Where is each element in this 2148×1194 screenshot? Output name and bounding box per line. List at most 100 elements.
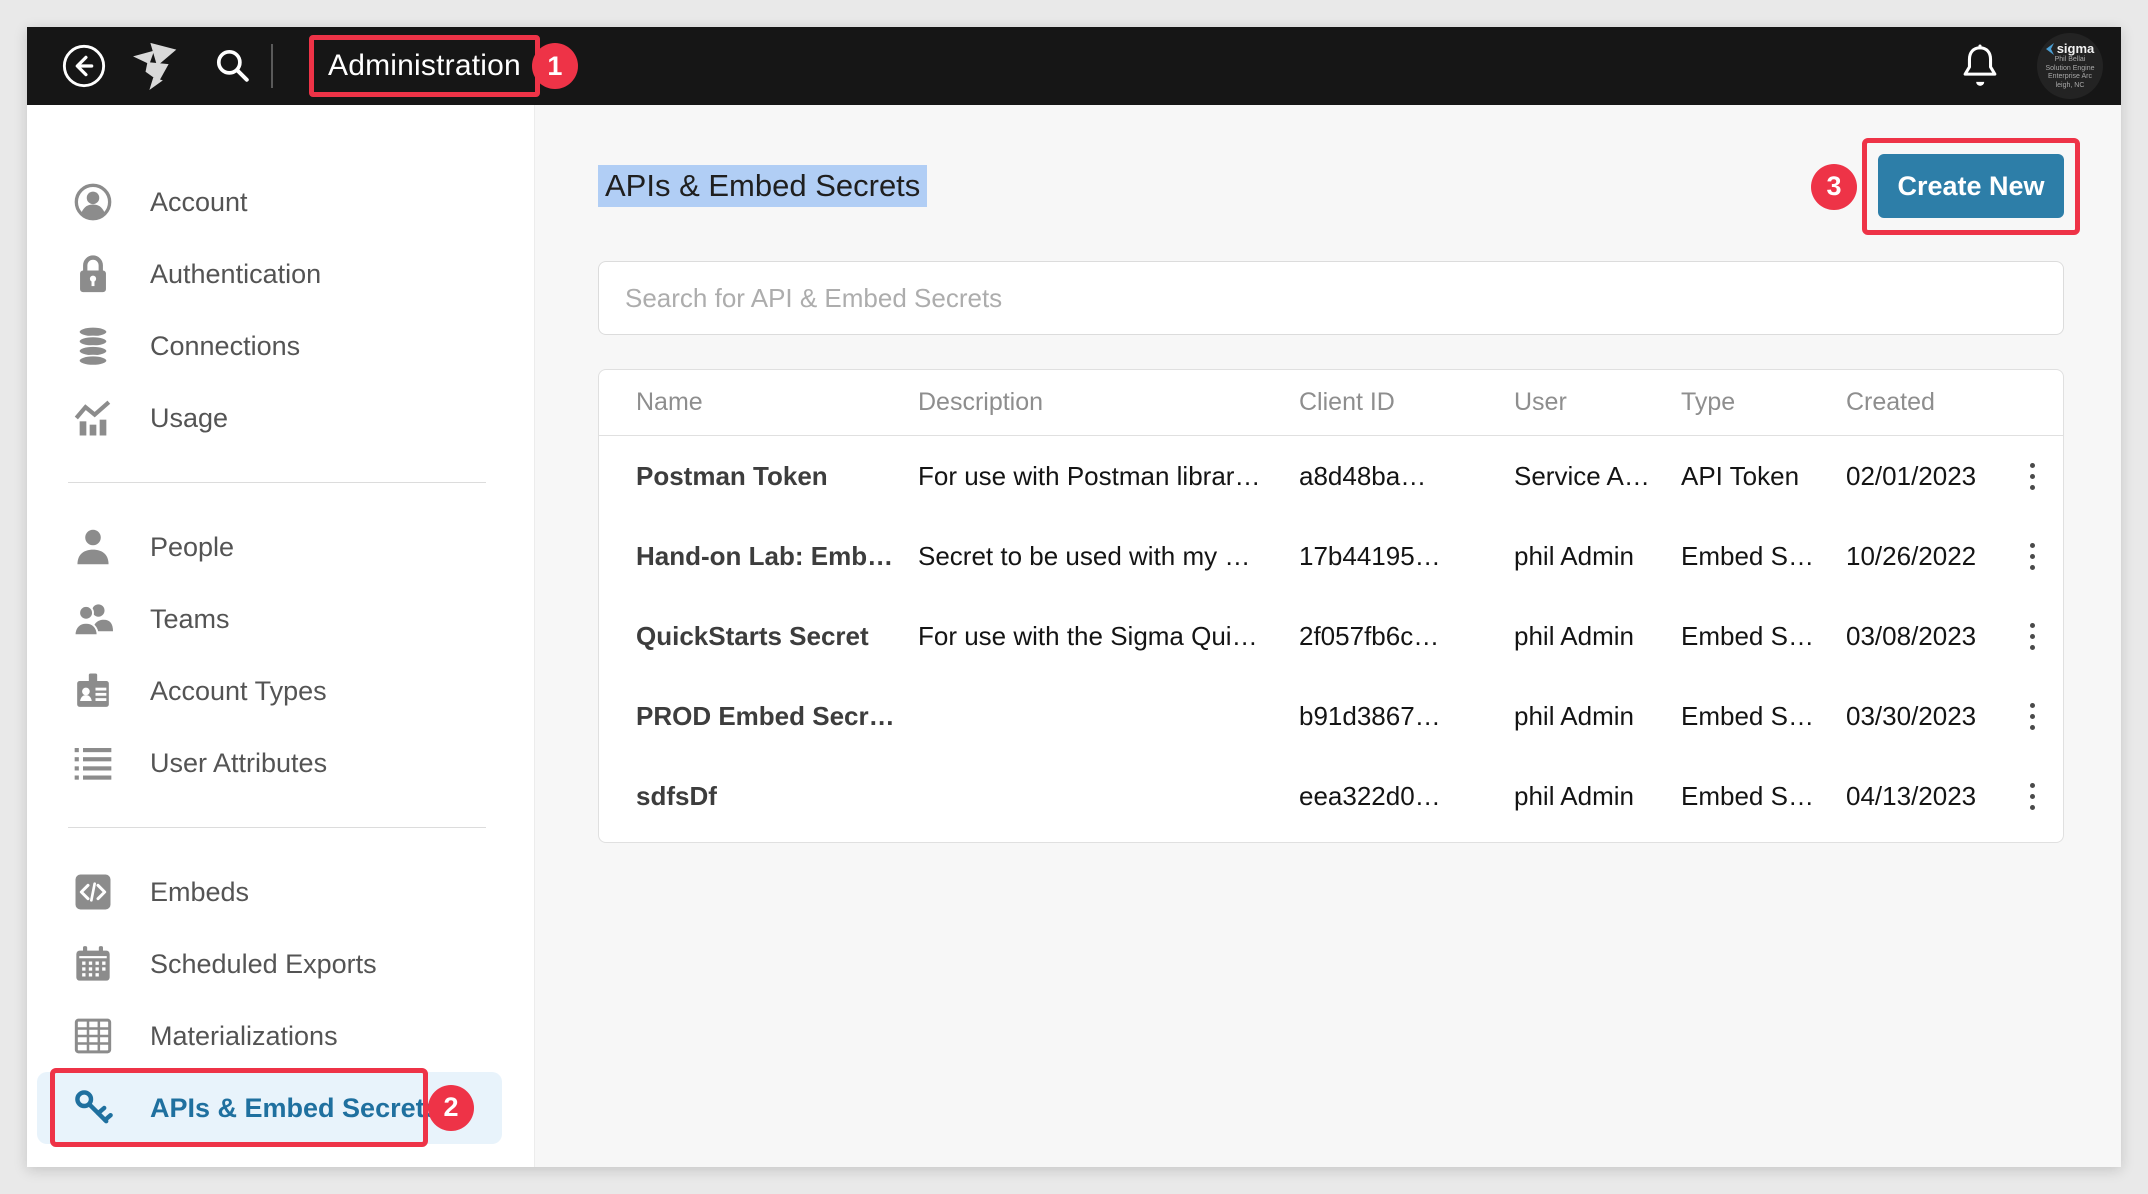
cell-type: Embed S… [1681,620,1814,651]
create-new-wrap: Create New 3 [1811,138,2080,235]
sidebar-item-connections[interactable]: Connections [27,310,534,382]
sidebar-item-label: Teams [150,603,230,634]
sidebar-item-label: Account [150,186,248,217]
sidebar-divider [68,482,486,483]
table-row: QuickStarts Secret For use with the Sigm… [599,596,2063,676]
cell-created: 04/13/2023 [1846,780,1977,811]
cell-type: Embed S… [1681,780,1814,811]
sidebar-item-label: Materializations [150,1020,338,1051]
sidebar-item-label: People [150,531,235,562]
bell-icon [1963,44,1997,86]
sidebar-item-teams[interactable]: Teams [27,583,534,655]
notifications-button[interactable] [1957,42,2003,90]
cell-description: Secret to be used with my … [918,540,1251,571]
sidebar-item-label: Authentication [150,258,322,289]
code-icon [73,869,113,915]
cell-type: API Token [1681,460,1800,491]
column-header-created: Created [1846,388,1935,416]
secrets-table: Name Description Client ID User Type Cre… [598,369,2064,843]
sidebar-item-user-attributes[interactable]: User Attributes [27,727,534,799]
avatar-line: Phil Bellai [2054,56,2086,63]
table-icon [73,1013,113,1059]
cell-user: phil Admin [1514,700,1634,731]
usage-chart-icon [73,395,113,441]
row-menu-button[interactable] [2022,535,2043,578]
list-icon [73,740,113,786]
back-arrow-icon [62,44,106,88]
cell-client-id: a8d48ba… [1299,460,1427,491]
cell-name: QuickStarts Secret [636,620,869,651]
calendar-icon [73,941,113,987]
column-header-description: Description [918,388,1044,416]
cell-client-id: eea322d0… [1299,780,1441,811]
sidebar-item-label: Usage [150,402,229,433]
cell-type: Embed S… [1681,540,1814,571]
sidebar-item-people[interactable]: People [27,511,534,583]
avatar-line: Solution Engine [2045,64,2095,72]
avatar-line: Enterprise Arc [2048,73,2092,80]
topbar-right: sigma Phil Bellai Solution Engine Enterp… [1957,33,2103,99]
administration-annotation-box: Administration 1 [309,35,578,97]
table-row: PROD Embed Secr… b91d3867… phil Admin Em… [599,676,2063,756]
table-row: Postman Token For use with Postman libra… [599,436,2063,516]
table-row: sdfsDf eea322d0… phil Admin Embed S… 04/… [599,756,2063,836]
table-header-row: Name Description Client ID User Type Cre… [599,370,2063,436]
cell-type: Embed S… [1681,700,1814,731]
avatar-brand-text: sigma [2056,41,2095,56]
key-icon [73,1085,113,1131]
page-title: APIs & Embed Secrets [598,165,928,207]
database-icon [73,323,113,369]
secrets-search-input[interactable] [598,261,2064,335]
account-icon [73,179,113,225]
cell-created: 10/26/2022 [1846,540,1977,571]
sidebar-item-account[interactable]: Account [27,166,534,238]
row-menu-button[interactable] [2022,615,2043,658]
sidebar-item-label: Connections [150,330,301,361]
sidebar-item-apis-embed-secrets[interactable]: APIs & Embed Secrets 2 [37,1068,502,1147]
page-header: APIs & Embed Secrets Create New 3 [598,138,2080,235]
topbar-divider [271,44,273,88]
cell-user: phil Admin [1514,620,1634,651]
avatar-brand-row: sigma [2045,41,2095,56]
sidebar-item-label: Account Types [150,675,327,706]
back-button[interactable] [61,43,107,89]
main-content: APIs & Embed Secrets Create New 3 Name D… [535,105,2121,1167]
cell-name: Hand-on Lab: Emb… [636,540,894,571]
sidebar-item-label: Embeds [150,876,250,907]
table-row: Hand-on Lab: Emb… Secret to be used with… [599,516,2063,596]
sigma-glyph-icon [2045,43,2054,55]
column-header-type: Type [1681,388,1736,416]
sidebar-item-authentication[interactable]: Authentication [27,238,534,310]
search-button[interactable] [211,44,255,88]
sidebar-item-label: User Attributes [150,747,328,778]
topbar-title: Administration [328,49,521,82]
row-menu-button[interactable] [2022,455,2043,498]
cell-created: 03/08/2023 [1846,620,1977,651]
sidebar-item-scheduled-exports[interactable]: Scheduled Exports [27,928,534,1000]
sidebar-item-embeds[interactable]: Embeds [27,856,534,928]
sidebar-item-account-types[interactable]: Account Types [27,655,534,727]
cell-name: PROD Embed Secr… [636,700,895,731]
sidebar-item-label: APIs & Embed Secrets [150,1092,440,1123]
cell-description: For use with the Sigma Qui… [918,620,1258,651]
row-menu-button[interactable] [2022,695,2043,738]
row-menu-button[interactable] [2022,775,2043,818]
annotation-badge-1: 1 [531,43,578,89]
sigma-home-button[interactable] [131,41,187,91]
cell-client-id: b91d3867… [1299,700,1441,731]
sidebar-item-usage[interactable]: Usage [27,382,534,454]
teams-icon [73,596,113,642]
cell-user: Service A… [1514,460,1650,491]
sidebar-item-materializations[interactable]: Materializations [27,1000,534,1072]
person-icon [73,524,113,570]
cell-description: For use with Postman librar… [918,460,1261,491]
create-new-button[interactable]: Create New [1878,154,2064,218]
lock-icon [73,251,113,297]
column-header-name: Name [636,388,703,416]
sidebar-divider [68,827,486,828]
user-avatar[interactable]: sigma Phil Bellai Solution Engine Enterp… [2037,33,2103,99]
cell-client-id: 17b44195… [1299,540,1441,571]
app-window: Administration 1 sigma Phil Bellai Solut… [27,27,2121,1167]
cell-name: Postman Token [636,460,828,491]
column-header-user: User [1514,388,1567,416]
